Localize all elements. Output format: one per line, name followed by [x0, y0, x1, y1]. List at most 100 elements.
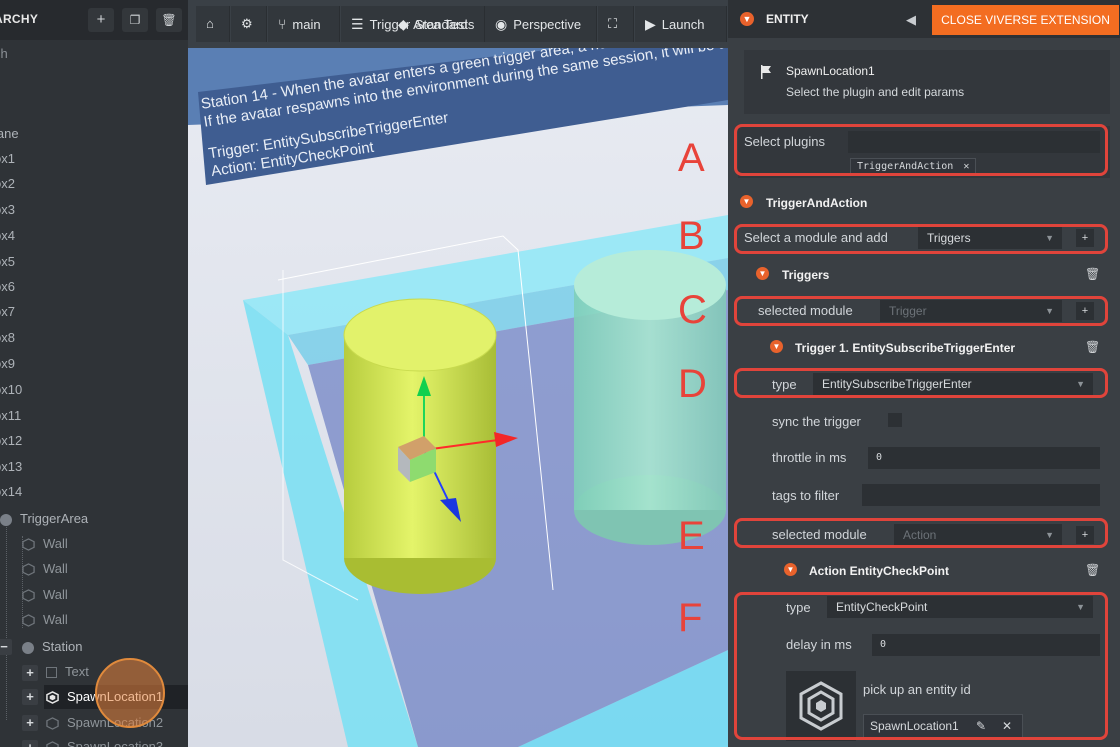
scene-viewport[interactable]: Station 14 - When the avatar enters a gr…: [188, 0, 728, 747]
expand-spawn2-button[interactable]: +: [22, 715, 38, 731]
click-cursor-indicator: [95, 658, 165, 728]
entity-icon: [22, 563, 35, 576]
annotation-letter-d: D: [678, 362, 707, 406]
delete-button[interactable]: 🗑: [156, 8, 182, 32]
tree-item-station[interactable]: Station: [22, 635, 82, 659]
entity-icon: [22, 538, 35, 551]
tree-item-spawnlocation3[interactable]: SpawnLocation3: [46, 735, 163, 747]
tree-item[interactable]: ox6: [0, 275, 15, 299]
highlight-box-d: [734, 368, 1108, 398]
tree-item-wall[interactable]: Wall: [22, 532, 68, 556]
list-icon: ☰: [351, 16, 364, 32]
fullscreen-button[interactable]: ⛶: [598, 6, 634, 42]
fullscreen-icon: ⛶: [608, 16, 618, 31]
tree-item-triggerarea[interactable]: TriggerArea: [0, 507, 88, 531]
entity-icon: [22, 614, 35, 627]
tree-item[interactable]: ox10: [0, 378, 22, 402]
tree-item-wall[interactable]: Wall: [22, 557, 68, 581]
annotation-letter-f: F: [678, 596, 703, 640]
caret-left-icon[interactable]: ◀: [906, 12, 916, 28]
highlight-box-e: [734, 518, 1108, 548]
tree-item-wall[interactable]: Wall: [22, 583, 68, 607]
tree-item[interactable]: ox11: [0, 404, 21, 428]
highlight-box-b: [734, 224, 1108, 254]
launch-button[interactable]: ▶ Launch: [635, 6, 727, 42]
triggers-title: Triggers: [782, 268, 830, 282]
close-viverse-extension-button[interactable]: CLOSE VIVERSE EXTENSION: [932, 5, 1119, 35]
tags-filter-input[interactable]: [862, 484, 1100, 506]
entity-icon: [46, 717, 59, 730]
home-button[interactable]: ⌂: [196, 6, 230, 42]
trigger1-title: Trigger 1. EntitySubscribeTriggerEnter: [795, 341, 1016, 355]
trash-icon[interactable]: 🗑: [1085, 341, 1100, 353]
tree-item[interactable]: ox7: [0, 300, 15, 324]
tree-item[interactable]: ox3: [0, 198, 15, 222]
expand-spawn1-button[interactable]: +: [22, 689, 38, 705]
highlight-box-a: [734, 124, 1108, 176]
hierarchy-header: ARCHY + ❐ 🗑: [0, 0, 188, 40]
hierarchy-title: ARCHY: [0, 12, 39, 26]
annotation-letter-c: C: [678, 288, 707, 332]
home-icon: ⌂: [206, 16, 214, 31]
tree-item[interactable]: ox12: [0, 429, 22, 453]
flag-icon: [761, 65, 771, 79]
entity-icon: [46, 691, 59, 704]
expand-text-button[interactable]: +: [22, 665, 38, 681]
annotation-letter-b: B: [678, 214, 705, 258]
trash-icon[interactable]: 🗑: [1085, 268, 1100, 280]
tree-item[interactable]: lane: [0, 122, 19, 146]
entity-name: SpawnLocation1: [786, 64, 875, 78]
sync-trigger-checkbox[interactable]: [888, 413, 902, 427]
entity-info-card: SpawnLocation1 Select the plugin and edi…: [744, 50, 1110, 114]
cube-icon: ◆: [398, 16, 409, 32]
section-collapse-icon[interactable]: ▼: [740, 195, 753, 208]
collapse-icon[interactable]: ▼: [740, 12, 754, 26]
entity-icon: [46, 741, 59, 747]
standard-button[interactable]: ◆ Standard: [388, 6, 484, 42]
perspective-button[interactable]: ◉ Perspective: [485, 6, 597, 42]
group-icon: [22, 641, 34, 654]
tree-item-text[interactable]: Text: [46, 660, 89, 684]
hierarchy-panel: ARCHY + ❐ 🗑 ch lane ox1 ox2 ox3 ox4 ox5 …: [0, 0, 188, 747]
entity-panel: ▼ ENTITY ◀ CLOSE VIVERSE EXTENSION Spawn…: [728, 0, 1120, 747]
viewport-toolbar: ⌂ ⚙ ⑂ main ☰ Trigger Area Tests ◆ Standard …: [188, 0, 728, 48]
tags-filter-label: tags to filter: [772, 488, 840, 503]
entity-description: Select the plugin and edit params: [786, 85, 965, 99]
tree-item[interactable]: ox14: [0, 480, 22, 504]
gear-icon: ⚙: [241, 16, 253, 31]
tree-item-wall[interactable]: Wall: [22, 608, 68, 632]
throttle-label: throttle in ms: [772, 450, 847, 465]
entity-icon: [22, 589, 35, 602]
yellow-cylinder-top: [343, 298, 497, 372]
tree-guide-line: [6, 520, 7, 720]
expand-station-button[interactable]: −: [0, 639, 12, 655]
camera-icon: ◉: [495, 16, 508, 32]
trash-icon[interactable]: 🗑: [1085, 564, 1100, 576]
group-icon: [0, 513, 12, 526]
annotation-letter-e: E: [678, 514, 705, 558]
tree-item[interactable]: ox8: [0, 326, 15, 350]
action-title: Action EntityCheckPoint: [809, 564, 950, 578]
action-collapse-icon[interactable]: ▼: [784, 563, 797, 576]
tree-item[interactable]: ox4: [0, 224, 15, 248]
highlight-box-c: [734, 296, 1108, 326]
triggers-collapse-icon[interactable]: ▼: [756, 267, 769, 280]
throttle-input[interactable]: 0: [868, 447, 1100, 469]
expand-spawn3-button[interactable]: +: [22, 740, 38, 747]
section-title: TriggerAndAction: [766, 196, 868, 210]
branch-icon: ⑂: [278, 16, 287, 32]
hierarchy-search-input[interactable]: ch: [0, 46, 188, 68]
tree-item[interactable]: ox2: [0, 172, 15, 196]
annotation-letter-a: A: [678, 136, 705, 180]
tree-item[interactable]: ox13: [0, 455, 22, 479]
tree-item[interactable]: ox5: [0, 250, 15, 274]
duplicate-button[interactable]: ❐: [122, 8, 148, 32]
play-icon: ▶: [645, 16, 656, 32]
tree-item[interactable]: ox1: [0, 147, 15, 171]
tree-item[interactable]: ox9: [0, 352, 15, 376]
trigger1-collapse-icon[interactable]: ▼: [770, 340, 783, 353]
settings-button[interactable]: ⚙: [231, 6, 267, 42]
add-entity-button[interactable]: +: [88, 8, 114, 32]
scene-canvas[interactable]: Station 14 - When the avatar enters a gr…: [188, 0, 728, 747]
branch-button[interactable]: ⑂ main: [268, 6, 340, 42]
